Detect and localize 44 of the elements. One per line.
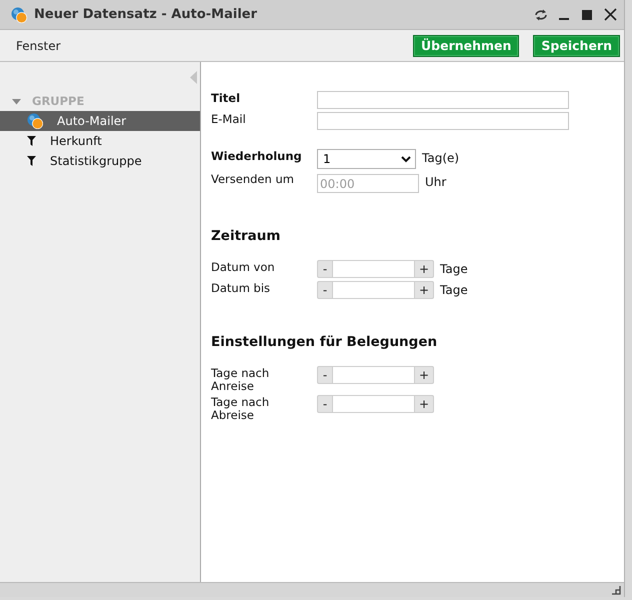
field-label: E-Mail <box>211 112 247 126</box>
field-label: Tage nach Anreise <box>211 366 270 392</box>
unit-label: Tag(e) <box>422 150 460 167</box>
number-field[interactable] <box>333 281 414 299</box>
unit-label: Tage <box>440 282 468 299</box>
field-label: Tage nach Abreise <box>211 395 270 421</box>
field-label: Wiederholung <box>211 149 303 162</box>
app-logo-icon <box>27 113 43 129</box>
sidebar-item[interactable]: Auto-Mailer <box>0 111 200 131</box>
field-label: Titel <box>211 91 242 104</box>
section-heading: Einstellungen für Belegungen <box>211 334 438 350</box>
unit-label: Tage <box>440 261 468 278</box>
menu-button[interactable]: Fenster <box>16 38 61 52</box>
number-field[interactable] <box>333 260 414 278</box>
unit-label: Uhr <box>425 174 446 191</box>
text-field[interactable] <box>317 91 569 109</box>
field-label: Versenden um <box>211 172 295 186</box>
app-logo-icon <box>11 6 27 22</box>
section-heading: Zeitraum <box>211 228 280 244</box>
action-button[interactable]: Speichern <box>533 34 620 56</box>
sidebar-item[interactable]: Herkunft <box>0 131 200 151</box>
field-label: Datum von <box>211 260 276 274</box>
number-field[interactable] <box>333 395 414 413</box>
chevron-down-icon <box>401 156 411 162</box>
increment-button[interactable]: + <box>414 395 434 413</box>
close-icon[interactable] <box>602 6 618 22</box>
decrement-button[interactable]: - <box>317 281 333 299</box>
field-label: Datum bis <box>211 281 272 294</box>
number-field[interactable] <box>333 366 414 384</box>
decrement-button[interactable]: - <box>317 260 333 278</box>
resize-grip-icon[interactable] <box>612 586 621 595</box>
collapse-icon[interactable] <box>190 71 197 84</box>
refresh-icon[interactable] <box>533 6 549 22</box>
window-title: Neuer Datensatz - Auto-Mailer <box>34 7 257 22</box>
increment-button[interactable]: + <box>414 366 434 384</box>
action-button[interactable]: Übernehmen <box>413 34 520 56</box>
dropdown[interactable]: 1 <box>317 149 416 169</box>
increment-button[interactable]: + <box>414 260 434 278</box>
decrement-button[interactable]: - <box>317 366 333 384</box>
text-field[interactable] <box>317 112 569 130</box>
increment-button[interactable]: + <box>414 281 434 299</box>
time-field[interactable]: 00:00 <box>317 174 419 193</box>
decrement-button[interactable]: - <box>317 395 333 413</box>
sidebar-item[interactable]: Statistikgruppe <box>0 151 200 171</box>
